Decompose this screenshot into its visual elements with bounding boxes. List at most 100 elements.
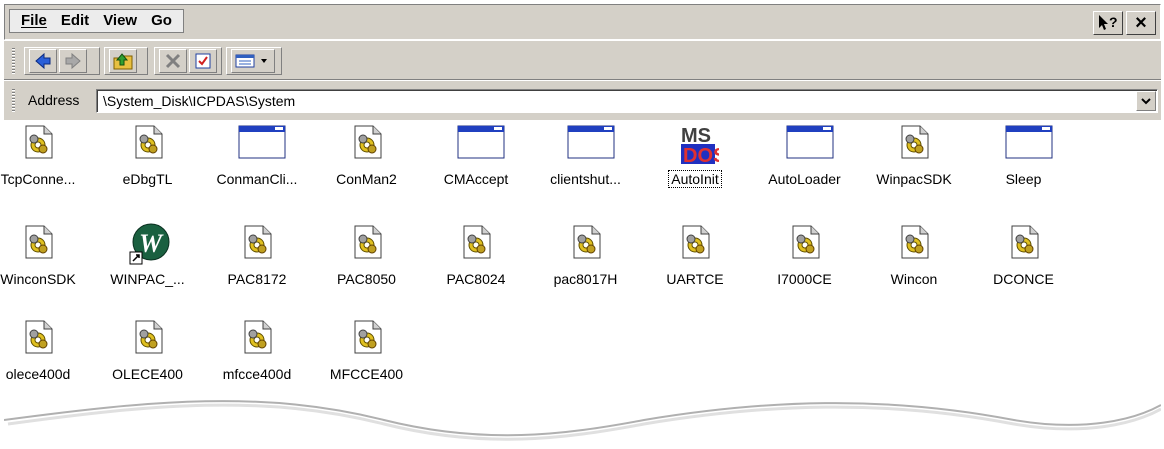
file-name: WinconSDK (0, 271, 76, 287)
properties-button[interactable] (189, 49, 217, 73)
file-item[interactable]: mfcce400d (207, 317, 307, 382)
file-item[interactable]: WinpacSDK (864, 122, 964, 187)
address-grip[interactable] (12, 89, 15, 113)
back-icon (35, 53, 51, 69)
help-button[interactable]: ? (1093, 11, 1123, 35)
file-item[interactable]: ConmanCli... (207, 122, 307, 187)
file-item[interactable]: DCONCE (974, 222, 1074, 287)
dll-gear-icon (894, 222, 934, 262)
dll-gear-icon (347, 222, 387, 262)
dll-gear-icon (128, 122, 168, 162)
file-item[interactable]: AutoLoader (755, 122, 855, 187)
file-item[interactable]: PAC8172 (207, 222, 307, 287)
file-name: olece400d (5, 366, 71, 382)
delete-icon (165, 53, 181, 69)
dll-gear-icon (347, 317, 387, 357)
dll-gear-icon (18, 222, 58, 262)
dll-gear-icon (456, 222, 496, 262)
exe-window-icon (237, 122, 286, 162)
forward-icon (65, 53, 81, 69)
views-icon (235, 54, 267, 68)
views-button[interactable] (231, 49, 275, 73)
file-name: TcpConne... (0, 171, 76, 187)
views-group (226, 47, 282, 75)
menu-go[interactable]: Go (144, 10, 179, 32)
menu-edit[interactable]: Edit (54, 10, 96, 32)
properties-icon (195, 53, 211, 69)
dll-gear-icon (18, 122, 58, 162)
file-list: TcpConne... eDbgTL ConmanCli... ConMan2 CMAc… (0, 120, 1161, 449)
file-item[interactable]: Wincon (864, 222, 964, 287)
address-label: Address (28, 92, 80, 108)
svg-text:DOS: DOS (683, 145, 719, 166)
file-name: ConmanCli... (216, 171, 298, 187)
file-item[interactable]: pac8017H (536, 222, 636, 287)
file-item[interactable]: MFCCE400 (317, 317, 417, 382)
exe-window-icon (1004, 122, 1052, 162)
nav-group (24, 47, 100, 75)
file-item[interactable]: I7000CE (755, 222, 855, 287)
file-name: CMAccept (443, 171, 509, 187)
file-item[interactable]: UARTCE (645, 222, 745, 287)
edit-group (154, 47, 222, 75)
svg-text:?: ? (1109, 14, 1118, 30)
file-name: clientshut... (550, 171, 621, 187)
file-item[interactable]: W WINPAC_... (98, 222, 198, 287)
file-name: PAC8024 (446, 271, 506, 287)
dll-gear-icon (894, 122, 934, 162)
file-name: AutoLoader (768, 171, 841, 187)
file-name: eDbgTL (122, 171, 173, 187)
close-button[interactable]: × (1126, 11, 1156, 35)
file-name: Wincon (890, 271, 938, 287)
exe-window-icon (456, 122, 505, 162)
file-name: MFCCE400 (329, 366, 404, 382)
file-item[interactable]: eDbgTL (98, 122, 198, 187)
chevron-down-icon (1141, 98, 1151, 105)
file-name: I7000CE (777, 271, 832, 287)
back-button[interactable] (29, 49, 57, 73)
file-name: AutoInit (668, 170, 722, 188)
file-item[interactable]: Sleep (974, 122, 1074, 187)
file-name: Sleep (1005, 171, 1042, 187)
forward-button[interactable] (59, 49, 87, 73)
file-item[interactable]: CMAccept (426, 122, 526, 187)
address-value: \System_Disk\ICPDAS\System (103, 93, 296, 109)
file-item[interactable]: MSDOS AutoInit (645, 122, 745, 188)
up-folder-button[interactable] (109, 49, 137, 73)
file-item[interactable]: clientshut... (536, 122, 636, 187)
dll-gear-icon (237, 317, 277, 357)
file-item[interactable]: olece400d (0, 317, 88, 382)
file-name: OLECE400 (112, 366, 183, 382)
svg-text:W: W (139, 229, 164, 258)
menu-strip: File Edit View Go (9, 9, 184, 33)
file-item[interactable]: TcpConne... (0, 122, 88, 187)
exe-window-icon (785, 122, 833, 162)
svg-text:MS: MS (681, 125, 711, 147)
file-name: DCONCE (993, 271, 1054, 287)
msdos-icon: MSDOS (675, 122, 726, 167)
dll-gear-icon (237, 222, 277, 262)
file-item[interactable]: PAC8024 (426, 222, 526, 287)
dll-gear-icon (18, 317, 58, 357)
toolbar (4, 40, 1161, 80)
delete-button[interactable] (159, 49, 187, 73)
file-item[interactable]: OLECE400 (98, 317, 198, 382)
address-input[interactable]: \System_Disk\ICPDAS\System (96, 89, 1158, 113)
close-icon: × (1135, 12, 1147, 34)
toolbar-grip[interactable] (12, 48, 15, 74)
file-item[interactable]: PAC8050 (317, 222, 417, 287)
file-name: WinpacSDK (876, 171, 952, 187)
file-item[interactable]: ConMan2 (317, 122, 417, 187)
file-name: ConMan2 (336, 171, 397, 187)
address-bar: Address \System_Disk\ICPDAS\System (4, 80, 1161, 120)
dll-gear-icon (675, 222, 715, 262)
menu-view[interactable]: View (96, 10, 144, 32)
dll-gear-icon (347, 122, 387, 162)
dll-gear-icon (1004, 222, 1044, 262)
address-dropdown-button[interactable] (1136, 91, 1156, 111)
file-name: PAC8172 (227, 271, 287, 287)
dll-gear-icon (128, 317, 168, 357)
file-item[interactable]: WinconSDK (0, 222, 88, 287)
file-name: UARTCE (666, 271, 724, 287)
menu-file[interactable]: File (14, 10, 54, 32)
